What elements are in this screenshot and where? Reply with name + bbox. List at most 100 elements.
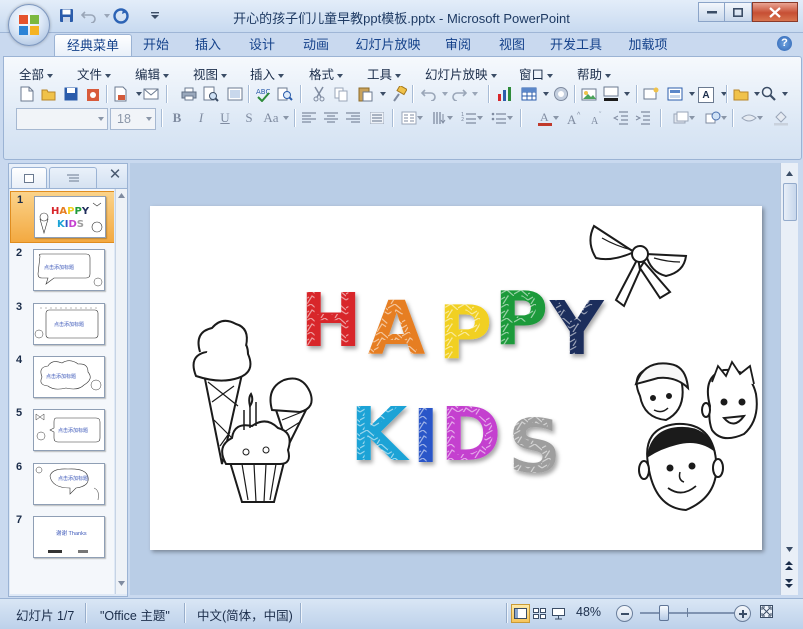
font-color-dropdown-icon[interactable] [552,109,560,127]
permission-icon[interactable] [84,85,102,103]
slide-thumbnail-2[interactable]: 2 点击添加标题 [10,245,114,295]
tab-home[interactable]: 开始 [134,34,178,56]
menu-all[interactable]: 全部 [19,64,54,82]
close-pane-button[interactable]: ✕ [107,167,123,183]
menu-view[interactable]: 视图 [193,64,228,82]
text-box-icon[interactable]: A [698,87,714,103]
normal-view-button[interactable] [511,604,530,623]
email-icon[interactable] [142,85,160,103]
slide-sorter-icon[interactable] [226,85,244,103]
justify-icon[interactable] [368,109,386,127]
scroll-down-icon[interactable] [118,581,125,586]
font-name-combo[interactable] [16,108,108,130]
shrink-font-icon[interactable]: Aˇ [588,109,606,127]
slide-thumbnail-5[interactable]: 5 点击添加标题 [10,405,114,455]
menu-format[interactable]: 格式 [309,64,344,82]
insert-table-icon[interactable] [520,85,538,103]
next-slide-button[interactable] [781,575,797,591]
scroll-down-button[interactable] [781,541,797,557]
tab-developer[interactable]: 开发工具 [542,34,610,56]
minimize-button[interactable] [698,2,726,22]
slide-scrollbar[interactable] [780,163,798,595]
align-center-icon[interactable] [322,109,340,127]
slide-thumbnail-4[interactable]: 4 点击添加标题 [10,352,114,402]
zoom-in-button[interactable] [734,605,751,622]
slide-thumbnail-7[interactable]: 7 谢谢 Thanks [10,512,114,562]
slides-tab[interactable] [11,167,47,188]
menu-edit[interactable]: 编辑 [135,64,170,82]
menu-tools[interactable]: 工具 [367,64,402,82]
menu-file[interactable]: 文件 [77,64,112,82]
office-button[interactable] [8,4,50,46]
slide-thumbnail-1[interactable]: 1 HAPPY KIDS [10,191,114,243]
text-box-dropdown-icon[interactable] [715,85,733,103]
shape-effects-dropdown-icon[interactable] [756,109,764,127]
print-icon[interactable] [180,85,198,103]
font-size-combo[interactable]: 18 [110,108,156,130]
menu-slide-show[interactable]: 幻灯片放映 [425,64,497,82]
slide-show-view-button[interactable] [549,604,568,623]
font-name-dropdown-icon[interactable] [95,109,107,129]
columns-dropdown-icon[interactable] [416,109,424,127]
numbering-dropdown-icon[interactable] [476,109,484,127]
layout-icon[interactable] [666,85,684,103]
insert-chart-icon[interactable] [496,85,514,103]
bold-button[interactable]: B [168,109,186,127]
cut-icon[interactable] [310,85,328,103]
open-folder-icon[interactable] [40,85,58,103]
align-right-icon[interactable] [344,109,362,127]
grow-font-icon[interactable]: A ^ [566,109,584,127]
maximize-button[interactable] [724,2,752,22]
change-case-dropdown-icon[interactable] [282,109,290,127]
save-file-icon[interactable] [62,85,80,103]
zoom-level[interactable]: 48% [576,605,601,619]
thumbnail-scrollbar[interactable] [115,189,127,594]
spelling-icon[interactable]: ABC [254,85,272,103]
tab-view[interactable]: 视图 [490,34,534,56]
shape-fill-icon[interactable] [772,109,790,127]
scroll-thumb[interactable] [783,183,797,221]
slide-sorter-view-button[interactable] [530,604,549,623]
previous-slide-button[interactable] [781,557,797,573]
fill-color-dropdown-icon[interactable] [618,85,636,103]
copy-icon[interactable] [332,85,350,103]
slide-thumbnail-6[interactable]: 6 点击添加标题 [10,459,114,509]
menu-help[interactable]: 帮助 [577,64,612,82]
shapes-dropdown-icon[interactable] [720,109,728,127]
tab-add-ins[interactable]: 加载项 [620,34,676,56]
insert-clip-art-icon[interactable] [552,85,570,103]
zoom-slider-thumb[interactable] [658,605,669,621]
zoom-search-dropdown-icon[interactable] [776,85,794,103]
tab-design[interactable]: 设计 [240,34,284,56]
text-direction-dropdown-icon[interactable] [446,109,454,127]
insert-picture-icon[interactable] [580,85,598,103]
increase-indent-icon[interactable] [634,109,652,127]
align-left-icon[interactable] [300,109,318,127]
print-preview-magnifier-icon[interactable] [202,85,220,103]
slide-thumbnail-3[interactable]: 3 点击添加标题 [10,299,114,349]
zoom-out-button[interactable] [616,605,633,622]
redo-toolbar-dropdown-icon[interactable] [466,85,484,103]
menu-insert[interactable]: 插入 [250,64,285,82]
research-icon[interactable] [276,85,294,103]
tab-classic-menu[interactable]: 经典菜单 [54,34,132,58]
close-window-button[interactable] [752,2,798,22]
scroll-up-button[interactable] [781,165,797,181]
underline-button[interactable]: U [216,109,234,127]
font-size-dropdown-icon[interactable] [143,109,155,129]
new-document-icon[interactable] [18,85,36,103]
paste-icon[interactable] [356,85,374,103]
text-shadow-button[interactable]: S [240,109,258,127]
slide-design-dropdown-icon[interactable] [688,109,696,127]
fit-to-window-button[interactable] [758,603,775,620]
tab-animations[interactable]: 动画 [294,34,338,56]
new-slide-icon[interactable] [642,85,660,103]
bullets-dropdown-icon[interactable] [506,109,514,127]
print-preview-icon[interactable] [112,85,130,103]
scroll-up-icon[interactable] [118,193,125,198]
language-indicator[interactable]: 中文(简体，中国) [197,605,293,624]
tab-insert[interactable]: 插入 [186,34,230,56]
menu-window[interactable]: 窗口 [519,64,554,82]
outline-tab[interactable] [49,167,97,188]
format-painter-icon[interactable] [390,85,408,103]
